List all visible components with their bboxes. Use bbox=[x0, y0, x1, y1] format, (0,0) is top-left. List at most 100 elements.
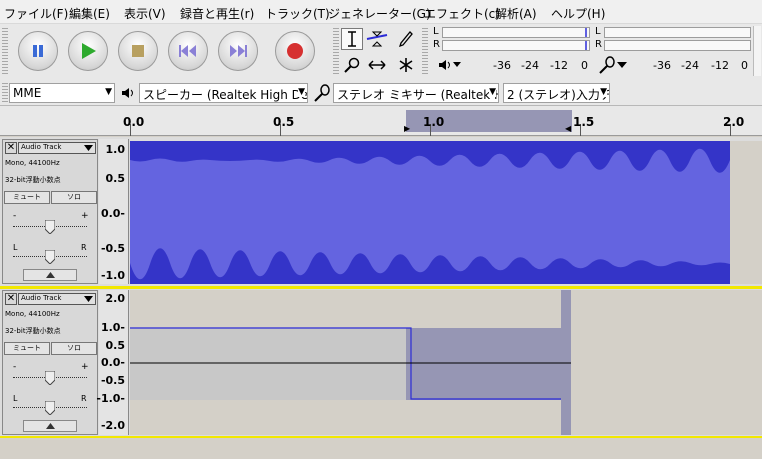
solo-button[interactable]: ソロ bbox=[51, 191, 97, 204]
skip-end-icon bbox=[230, 45, 247, 57]
track-bit-depth: 32-bit浮動小数点 bbox=[5, 327, 61, 335]
gain-slider-thumb[interactable] bbox=[45, 371, 55, 385]
scale-label: -1.0 bbox=[100, 269, 125, 282]
stop-icon bbox=[132, 45, 144, 57]
pan-right-label: R bbox=[81, 243, 87, 252]
zoom-tool[interactable] bbox=[341, 54, 363, 76]
solo-button[interactable]: ソロ bbox=[51, 342, 97, 355]
record-meter-menu[interactable] bbox=[598, 55, 636, 75]
menu-edit[interactable]: 編集(E) bbox=[69, 5, 110, 22]
menu-effect[interactable]: エフェクト(c) bbox=[424, 5, 500, 22]
timeline-ruler[interactable]: ▶ ◀ 0.0 0.5 1.0 1.5 2.0 bbox=[0, 106, 762, 136]
gain-plus-label: + bbox=[81, 362, 89, 372]
asterisk-icon bbox=[399, 58, 413, 72]
pause-button[interactable] bbox=[18, 31, 58, 71]
meter-tick: -12 bbox=[711, 59, 729, 72]
scale-label: 0.5 bbox=[105, 339, 126, 352]
track-2-canvas[interactable] bbox=[130, 290, 762, 435]
pause-icon bbox=[33, 45, 43, 57]
output-device-value: スピーカー (Realtek High Det bbox=[143, 88, 308, 102]
menu-help[interactable]: ヘルプ(H) bbox=[551, 5, 605, 22]
speaker-icon bbox=[439, 60, 450, 70]
track-vertical-scale[interactable]: 2.0 1.0- 0.5 0.0- -0.5 -1.0- -2.0 bbox=[96, 290, 129, 435]
scale-label: 2.0 bbox=[105, 292, 126, 305]
ruler-label: 0.0 bbox=[123, 115, 145, 129]
stop-button[interactable] bbox=[118, 31, 158, 71]
collapse-track-button[interactable] bbox=[23, 269, 77, 281]
record-button[interactable] bbox=[275, 31, 315, 71]
track-vertical-scale[interactable]: 1.0 0.5 0.0- -0.5 -1.0 bbox=[99, 139, 129, 284]
track-area-bottom bbox=[0, 436, 762, 459]
chevron-down-icon bbox=[84, 296, 93, 302]
i-beam-icon bbox=[348, 31, 356, 47]
close-track-button[interactable]: ✕ bbox=[5, 293, 17, 305]
meter-tick: -24 bbox=[681, 59, 699, 72]
chevron-down-icon bbox=[617, 62, 627, 68]
selection-end-marker[interactable]: ◀ bbox=[565, 124, 571, 133]
pan-slider-thumb[interactable] bbox=[45, 401, 55, 415]
envelope-tool[interactable] bbox=[366, 28, 388, 50]
tools-grip[interactable] bbox=[333, 28, 339, 76]
track-name: Audio Track bbox=[21, 143, 62, 151]
ruler-label: 1.0 bbox=[423, 115, 445, 129]
play-meter-right-bar[interactable] bbox=[604, 40, 751, 51]
gain-minus-label: - bbox=[13, 211, 17, 221]
menu-file[interactable]: ファイル(F) bbox=[4, 5, 68, 22]
selection-tool[interactable] bbox=[341, 28, 363, 50]
multi-tool[interactable] bbox=[395, 54, 417, 76]
selection-start-marker[interactable]: ▶ bbox=[404, 124, 410, 133]
pan-left-label: L bbox=[13, 243, 18, 252]
draw-tool[interactable] bbox=[395, 28, 417, 50]
input-channels-select[interactable]: 2 (ステレオ)入力チ ▼ bbox=[503, 83, 610, 103]
meter-tick: -24 bbox=[521, 59, 539, 72]
menu-transport[interactable]: 録音と再生(r) bbox=[180, 5, 254, 22]
input-device-select[interactable]: ステレオ ミキサー (Realtek Hig ▼ bbox=[333, 83, 499, 103]
chevron-down-icon bbox=[84, 145, 93, 151]
menu-generate[interactable]: ジェネレーター(G) bbox=[328, 5, 431, 22]
skip-end-button[interactable] bbox=[218, 31, 258, 71]
mute-button[interactable]: ミュート bbox=[4, 191, 50, 204]
magnifier-icon bbox=[344, 57, 360, 73]
rec-meter-left-bar[interactable] bbox=[442, 27, 590, 38]
meter-tick: 0 bbox=[581, 59, 588, 72]
menu-tracks[interactable]: トラック(T) bbox=[265, 5, 330, 22]
mute-button[interactable]: ミュート bbox=[4, 342, 50, 355]
input-device-value: ステレオ ミキサー (Realtek Hig bbox=[337, 88, 499, 102]
output-device-select[interactable]: スピーカー (Realtek High Det ▼ bbox=[139, 83, 308, 103]
meter-tick: -36 bbox=[653, 59, 671, 72]
menu-view[interactable]: 表示(V) bbox=[124, 5, 166, 22]
track-name-menu[interactable]: Audio Track bbox=[18, 293, 96, 305]
time-shift-tool[interactable] bbox=[366, 54, 388, 76]
waveform-rms bbox=[130, 148, 730, 280]
playback-meter-menu[interactable] bbox=[438, 57, 466, 73]
scale-label: 1.0 bbox=[105, 143, 126, 156]
skip-start-icon bbox=[179, 45, 196, 57]
pencil-icon bbox=[399, 31, 413, 47]
device-grip[interactable] bbox=[2, 83, 8, 103]
gain-slider-thumb[interactable] bbox=[45, 220, 55, 234]
track-empty-area[interactable] bbox=[730, 141, 762, 284]
audio-host-select[interactable]: MME ▼ bbox=[9, 83, 115, 103]
device-toolbar: MME ▼ スピーカー (Realtek High Det ▼ ステレオ ミキサー … bbox=[0, 80, 762, 106]
skip-start-button[interactable] bbox=[168, 31, 208, 71]
menu-bar: ファイル(F) 編集(E) 表示(V) 録音と再生(r) トラック(T) ジェネ… bbox=[0, 0, 762, 24]
rec-meter-right-bar[interactable] bbox=[442, 40, 590, 51]
meter-grip[interactable] bbox=[422, 28, 428, 76]
scale-label: 1.0- bbox=[100, 321, 125, 334]
play-meter-left-bar[interactable] bbox=[604, 27, 751, 38]
toolbar-grip[interactable] bbox=[2, 28, 8, 76]
double-arrow-icon bbox=[368, 60, 386, 70]
waveform-clip[interactable] bbox=[130, 141, 730, 284]
pan-slider-thumb[interactable] bbox=[45, 250, 55, 264]
chevron-up-icon bbox=[45, 423, 55, 429]
collapse-track-button[interactable] bbox=[23, 420, 77, 432]
chevron-down-icon bbox=[453, 62, 461, 67]
play-meter-l-label: L bbox=[595, 26, 601, 37]
play-button[interactable] bbox=[68, 31, 108, 71]
scale-label: -0.5 bbox=[100, 242, 125, 255]
speaker-icon bbox=[122, 88, 133, 98]
track-name-menu[interactable]: Audio Track bbox=[18, 142, 96, 154]
menu-analyze[interactable]: 解析(A) bbox=[495, 5, 537, 22]
close-track-button[interactable]: ✕ bbox=[5, 142, 17, 154]
scale-label: 0.5 bbox=[105, 172, 126, 185]
